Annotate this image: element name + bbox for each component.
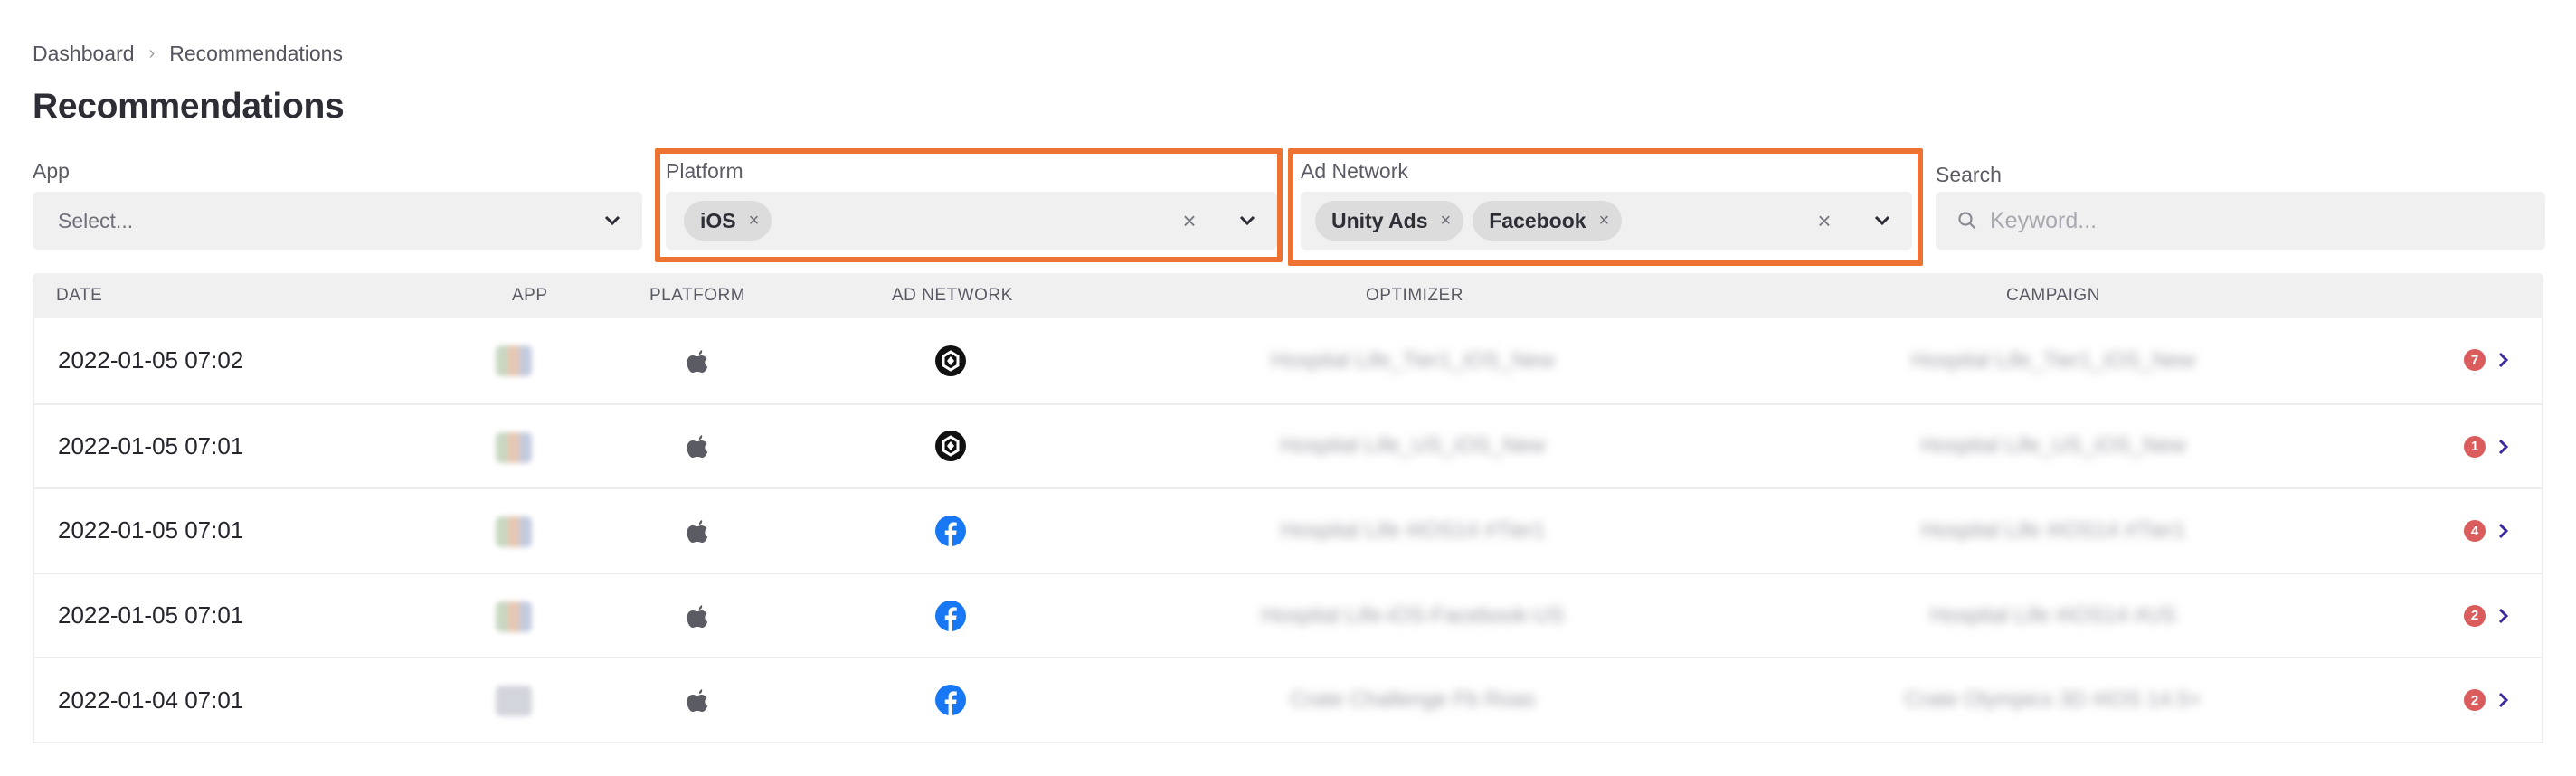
row-campaign: Hospital Life_US_iOS_New (1920, 433, 2186, 459)
breadcrumb-dashboard[interactable]: Dashboard (33, 42, 135, 66)
row-optimizer: Crate Challenge Fb Roas (1290, 687, 1536, 713)
clear-icon[interactable]: × (1176, 207, 1203, 234)
app-select-placeholder: Select... (58, 208, 134, 232)
platform-tag-ios-label: iOS (700, 208, 736, 232)
chevron-down-icon[interactable] (1234, 207, 1261, 234)
ad-network-filter-label: Ad Network (1301, 159, 1408, 183)
row-optimizer: Hospital Life_US_iOS_New (1280, 433, 1546, 459)
apple-icon (686, 574, 709, 658)
app-select[interactable]: Select... (33, 192, 642, 250)
page-title: Recommendations (33, 87, 345, 126)
recommendation-count-badge: 2 (2464, 689, 2486, 712)
facebook-icon (935, 574, 966, 658)
chevron-down-icon[interactable] (599, 207, 626, 234)
column-header-campaign[interactable]: CAMPAIGN (2006, 273, 2100, 318)
remove-tag-icon[interactable]: × (1599, 211, 1610, 232)
app-icon (496, 345, 532, 376)
breadcrumb-separator: › (148, 43, 156, 63)
chevron-down-icon[interactable] (1869, 207, 1896, 234)
search-input[interactable] (1990, 207, 2496, 234)
facebook-icon (935, 489, 966, 573)
table-row[interactable]: 2022-01-04 07:01 Crate Challenge Fb Roas… (34, 657, 2542, 742)
search-filter-label: Search (1936, 163, 2002, 186)
row-date: 2022-01-04 07:01 (58, 686, 244, 714)
chevron-right-icon[interactable] (2493, 520, 2514, 542)
table-row[interactable]: 2022-01-05 07:01 Hospital Life #iOS14 #T… (34, 487, 2542, 573)
apple-icon (686, 489, 709, 573)
app-icon (496, 601, 532, 632)
row-optimizer: Hospital Life-iOS-Facebook-US (1261, 602, 1565, 628)
row-date: 2022-01-05 07:02 (58, 346, 244, 374)
apple-icon (686, 658, 709, 742)
ad-network-select[interactable]: Unity Ads × Facebook × × (1301, 192, 1912, 250)
platform-filter-label: Platform (666, 159, 743, 183)
table-row[interactable]: 2022-01-05 07:01 Hospital Life-iOS-Faceb… (34, 572, 2542, 658)
remove-tag-icon[interactable]: × (749, 211, 760, 232)
app-icon (496, 686, 532, 717)
recommendation-count-badge: 4 (2464, 520, 2486, 543)
apple-icon (686, 405, 709, 488)
apple-icon (686, 318, 709, 403)
row-campaign: Hospital Life #iOS14 #Tier1 (1920, 517, 2186, 543)
breadcrumb: Dashboard › Recommendations (33, 40, 343, 67)
column-header-ad-network[interactable]: AD NETWORK (892, 273, 1013, 318)
table-row[interactable]: 2022-01-05 07:02 Hospital Life_Tier1_iOS… (34, 318, 2542, 403)
row-date: 2022-01-05 07:01 (58, 431, 244, 459)
chevron-right-icon[interactable] (2493, 689, 2514, 711)
recommendation-count-badge: 1 (2464, 435, 2486, 458)
recommendation-count-badge: 7 (2464, 349, 2486, 371)
column-header-date[interactable]: DATE (56, 273, 102, 318)
ad-network-tag-unity-ads-label: Unity Ads (1331, 208, 1428, 232)
app-icon (496, 431, 532, 463)
ad-network-tag-facebook: Facebook × (1473, 201, 1623, 241)
remove-tag-icon[interactable]: × (1441, 211, 1452, 232)
clear-icon[interactable]: × (1811, 207, 1838, 234)
row-date: 2022-01-05 07:01 (58, 516, 244, 544)
search-box[interactable] (1936, 192, 2545, 250)
chevron-right-icon[interactable] (2493, 349, 2514, 371)
platform-select[interactable]: iOS × × (666, 192, 1277, 250)
row-campaign: Hospital Life #iOS14 #US (1929, 602, 2177, 628)
column-header-optimizer[interactable]: OPTIMIZER (1366, 273, 1463, 318)
table-row[interactable]: 2022-01-05 07:01 Hospital Life_US_iOS_Ne… (34, 402, 2542, 488)
row-campaign: Hospital Life_Tier1_iOS_New (1911, 347, 2195, 373)
column-header-platform[interactable]: PLATFORM (649, 273, 745, 318)
facebook-icon (935, 658, 966, 742)
table-header: DATE APP PLATFORM AD NETWORK OPTIMIZER C… (33, 273, 2543, 318)
recommendations-table: 2022-01-05 07:02 Hospital Life_Tier1_iOS… (33, 318, 2543, 743)
unity-ads-icon (935, 318, 966, 403)
app-icon (496, 516, 532, 548)
search-icon (1957, 211, 1977, 231)
row-campaign: Crate Olympics 3D #iOS 14.5+ (1904, 687, 2202, 713)
breadcrumb-recommendations[interactable]: Recommendations (169, 42, 343, 66)
unity-ads-icon (935, 405, 966, 488)
row-optimizer: Hospital Life_Tier1_iOS_New (1271, 347, 1555, 373)
app-filter-label: App (33, 159, 70, 183)
chevron-right-icon[interactable] (2493, 605, 2514, 627)
recommendation-count-badge: 2 (2464, 604, 2486, 627)
chevron-right-icon[interactable] (2493, 436, 2514, 458)
ad-network-tag-facebook-label: Facebook (1489, 208, 1586, 232)
column-header-app[interactable]: APP (512, 273, 548, 318)
row-optimizer: Hospital Life #iOS14 #Tier1 (1280, 517, 1546, 543)
ad-network-tag-unity-ads: Unity Ads × (1315, 201, 1464, 241)
platform-tag-ios: iOS × (684, 201, 772, 241)
row-date: 2022-01-05 07:01 (58, 601, 244, 629)
